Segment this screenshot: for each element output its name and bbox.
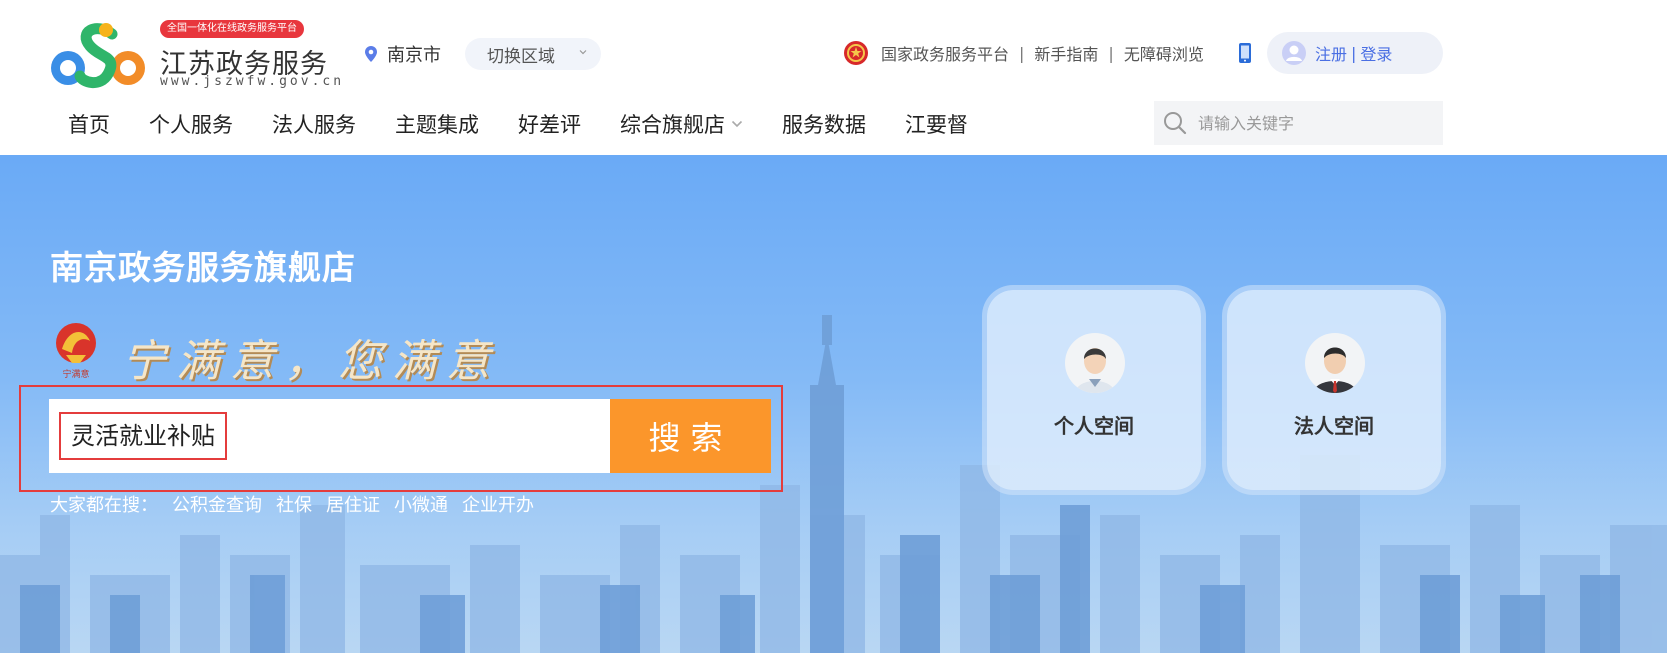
personal-space-label: 个人空间 xyxy=(1054,414,1134,438)
divider: | xyxy=(1351,43,1357,63)
account-area: 注册 | 登录 xyxy=(1267,32,1443,74)
hero-title: 南京政务服务旗舰店 xyxy=(50,248,356,287)
person-icon xyxy=(1075,348,1115,393)
personal-space-card[interactable]: 个人空间 xyxy=(987,290,1201,490)
ningmanyi-logo-icon: 宁满意 xyxy=(56,323,96,380)
hero-slogan: 宁满意，您满意 xyxy=(122,336,500,387)
jiangsu-logo-icon xyxy=(51,23,145,88)
divider: | xyxy=(1108,43,1114,63)
city-name: 南京市 xyxy=(387,45,441,66)
divider: | xyxy=(1019,43,1025,63)
popular-search-xiaoweitong[interactable]: 小微通 xyxy=(394,491,448,517)
corporate-avatar xyxy=(1305,333,1365,393)
hero-banner: 南京政务服务旗舰店 宁满意 宁满意，您满意 灵活就业补贴 搜索 大家都在搜： 公… xyxy=(0,155,1667,653)
nav-item-home[interactable]: 首页 xyxy=(68,109,110,139)
popular-search-housing-fund[interactable]: 公积金查询 xyxy=(172,491,262,517)
national-platform-link[interactable]: 国家政务服务平台 xyxy=(881,41,1009,65)
national-emblem-icon xyxy=(844,41,868,65)
top-header: 全国一体化在线政务服务平台 江苏政务服务 www.jszwfw.gov.cn 南… xyxy=(0,0,1667,100)
popular-search-residence-permit[interactable]: 居住证 xyxy=(326,491,380,517)
ningmanyi-logo-text: 宁满意 xyxy=(62,368,89,380)
search-icon[interactable] xyxy=(1162,110,1188,136)
nav-item-service-data[interactable]: 服务数据 xyxy=(782,109,866,139)
popular-searches: 大家都在搜： 公积金查询 社保 居住证 小微通 企业开办 xyxy=(50,491,548,517)
header-search-input[interactable] xyxy=(1198,113,1428,133)
nav-item-corporate-services[interactable]: 法人服务 xyxy=(272,109,356,139)
logo-badge: 全国一体化在线政务服务平台 xyxy=(160,20,304,38)
popular-search-social-security[interactable]: 社保 xyxy=(276,491,312,517)
nav-item-evaluation[interactable]: 好差评 xyxy=(518,109,581,139)
chevron-down-icon xyxy=(579,50,587,55)
nav-item-personal-services[interactable]: 个人服务 xyxy=(149,109,233,139)
hero-search-box[interactable]: 灵活就业补贴 xyxy=(49,399,611,473)
user-avatar-icon xyxy=(1282,41,1306,65)
nav-item-jiangyaodu[interactable]: 江要督 xyxy=(905,109,968,139)
nav-item-flagship-stores[interactable]: 综合旗舰店 xyxy=(620,109,743,139)
nav-item-flagship-stores-label: 综合旗舰店 xyxy=(620,113,725,137)
corporate-space-label: 法人空间 xyxy=(1294,414,1374,438)
top-links: 国家政务服务平台 | 新手指南 | 无障碍浏览 xyxy=(843,37,1204,69)
logo-url: www.jszwfw.gov.cn xyxy=(160,74,345,89)
header-search xyxy=(1154,101,1443,145)
popular-search-business-startup[interactable]: 企业开办 xyxy=(462,491,534,517)
login-link[interactable]: 登录 xyxy=(1360,41,1392,65)
popular-searches-label: 大家都在搜： xyxy=(50,495,158,516)
nav-item-theme-integration[interactable]: 主题集成 xyxy=(395,109,479,139)
current-location: 南京市 xyxy=(365,40,441,68)
main-nav: 首页 个人服务 法人服务 主题集成 好差评 综合旗舰店 服务数据 江要督 xyxy=(68,100,1007,148)
search-button[interactable]: 搜索 xyxy=(610,399,771,473)
businessman-icon xyxy=(1313,347,1357,393)
corporate-space-card[interactable]: 法人空间 xyxy=(1227,290,1441,490)
site-logo[interactable]: 全国一体化在线政务服务平台 江苏政务服务 www.jszwfw.gov.cn xyxy=(48,18,348,96)
switch-region-label: 切换区域 xyxy=(487,46,555,67)
location-pin-icon xyxy=(365,46,377,62)
register-link[interactable]: 注册 xyxy=(1315,41,1347,65)
beginner-guide-link[interactable]: 新手指南 xyxy=(1034,41,1098,65)
switch-region-dropdown[interactable]: 切换区域 xyxy=(465,38,601,70)
hero-search-input[interactable]: 灵活就业补贴 xyxy=(59,412,227,460)
accessibility-link[interactable]: 无障碍浏览 xyxy=(1124,41,1204,65)
personal-avatar xyxy=(1065,333,1125,393)
mobile-phone-icon[interactable] xyxy=(1238,42,1252,64)
chevron-down-icon xyxy=(731,120,743,128)
